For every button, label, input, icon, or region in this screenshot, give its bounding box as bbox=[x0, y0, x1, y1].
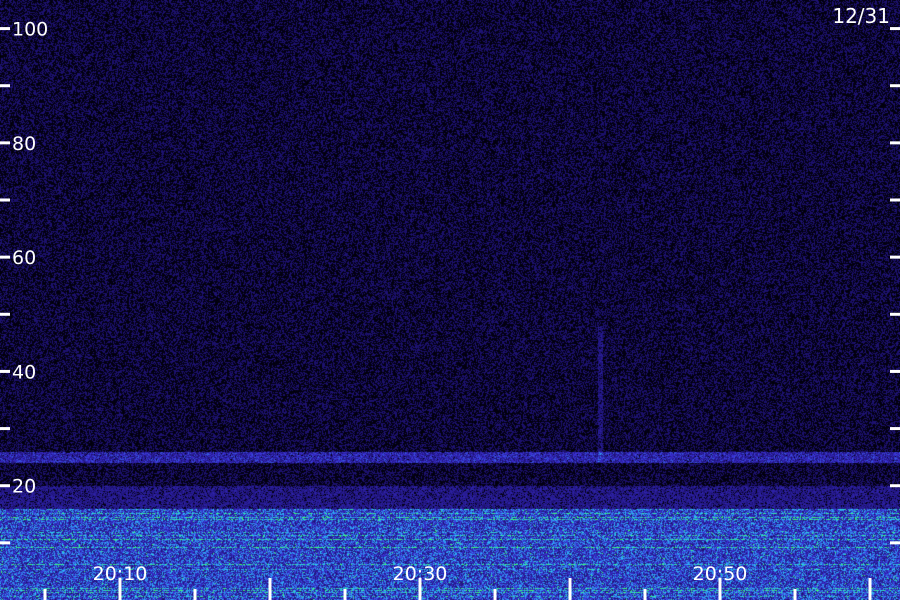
y-tick-label: 20 bbox=[12, 476, 36, 498]
spectrogram-chart: 100 80 60 40 20 20:10 20:30 20:50 12/31 bbox=[0, 0, 900, 600]
y-tick-label: 40 bbox=[12, 361, 36, 383]
y-tick-label: 80 bbox=[12, 133, 36, 155]
x-tick-label: 20:50 bbox=[693, 563, 748, 585]
y-tick-label: 60 bbox=[12, 247, 36, 269]
x-tick-label: 20:30 bbox=[393, 563, 448, 585]
x-tick-label: 20:10 bbox=[93, 563, 148, 585]
axis-overlay: 100 80 60 40 20 20:10 20:30 20:50 bbox=[0, 19, 900, 600]
date-label: 12/31 bbox=[832, 4, 890, 28]
y-tick-label: 100 bbox=[12, 19, 48, 41]
